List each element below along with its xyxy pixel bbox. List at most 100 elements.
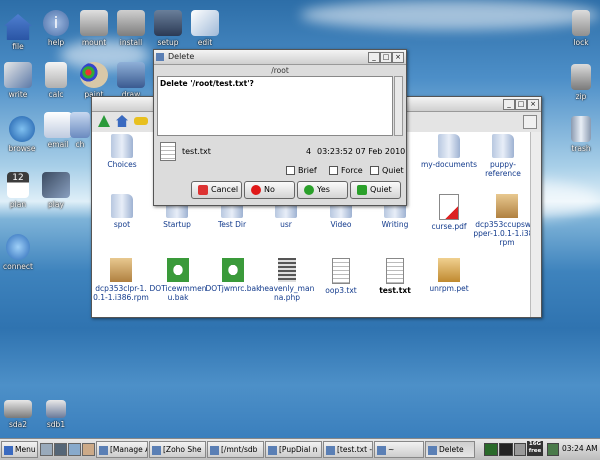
desktop-icon-label: trash [571,144,591,153]
maximize-icon[interactable]: □ [380,52,392,63]
no-button[interactable]: No [244,181,295,199]
text-file-icon [160,142,176,161]
no-icon [251,184,261,195]
file-item-my-documents[interactable]: my-documents [419,134,479,169]
close-icon[interactable]: × [392,52,404,63]
file-item-doticewmmenu[interactable]: DOTicewmmenu.bak [149,258,207,302]
draw-icon [117,62,145,88]
home-icon[interactable] [116,115,128,127]
task-label: [/mnt/sdb [221,445,258,454]
drive-icon [80,10,108,36]
minimize-icon[interactable]: _ [503,99,515,110]
message-scrollbar[interactable] [394,76,403,136]
scroll-up-icon[interactable] [523,115,537,129]
desktop-icon-connect[interactable]: connect [0,234,42,271]
window-icon [156,53,164,61]
file-item-oop3-txt[interactable]: oop3.txt [311,258,371,295]
quicklaunch-icon[interactable] [68,443,81,456]
yes-button[interactable]: Yes [297,181,348,199]
task-delete[interactable]: Delete [425,441,475,458]
checkbox[interactable] [329,166,338,175]
desktop-icon-play[interactable]: play [32,172,80,209]
task-label: [Zoho She [163,445,202,454]
task-zoho[interactable]: [Zoho She [149,441,206,458]
task-manage[interactable]: [Manage A [96,441,148,458]
dialog-path-title: /root [271,66,289,75]
checkbox[interactable] [286,166,295,175]
bookmarks-icon[interactable] [134,117,148,125]
trash-icon [571,116,591,142]
write-icon [4,62,32,88]
zip-icon [571,64,591,90]
file-item-label: my-documents [420,160,478,169]
task-home[interactable]: ~ [374,441,424,458]
option-brief[interactable]: Brief [286,166,317,175]
file-item-unrpm-pet[interactable]: unrpm.pet [419,258,479,293]
file-item-test-txt[interactable]: test.txt [365,258,425,295]
file-item-label: puppy-reference [485,160,521,178]
desktop-icon-chat[interactable]: ch [70,112,90,149]
file-item-label: usr [280,220,292,229]
file-item-dotjwmrc[interactable]: DOTjwmrc.bak [204,258,262,293]
file-item-label: oop3.txt [325,286,357,295]
desktop-icon-label: sdb1 [46,420,66,429]
desktop-icon-label: ch [75,140,85,149]
task-label: [test.txt - [337,445,373,454]
up-arrow-icon[interactable] [98,115,110,127]
message-area: Delete '/root/test.txt'? [157,76,393,136]
quiet-button[interactable]: Quiet [350,181,401,199]
desktop-icon-zip[interactable]: zip [557,64,600,101]
desktop-icon-edit[interactable]: edit [181,10,229,47]
task-pupdial[interactable]: [PupDial n [265,441,322,458]
delete-dialog-titlebar[interactable]: Delete _ □ × [154,50,406,65]
recycle-icon [167,258,189,282]
window-icon [152,445,161,455]
edit-icon [191,10,219,36]
binary-file-icon [278,258,296,282]
desktop-icon-label: help [47,38,65,47]
option-quiet[interactable]: Quiet [370,166,404,175]
quicklaunch-icon[interactable] [54,443,67,456]
task-mnt-sdb[interactable]: [/mnt/sdb [207,441,264,458]
minimize-icon[interactable]: _ [368,52,380,63]
file-item-curse-pdf[interactable]: curse.pdf [419,194,479,231]
text-file-icon [386,258,404,284]
quicklaunch-icon[interactable] [82,443,95,456]
file-item-label: Test Dir [217,220,247,229]
network-icon [499,443,513,456]
desktop-icon-trash[interactable]: trash [557,116,600,153]
file-item-heavenly-manna[interactable]: heavenly_manna.php [258,258,316,302]
desktop-icon-lock[interactable]: lock [557,10,600,47]
desktop-icon-draw[interactable]: draw [107,62,155,99]
quicklaunch-icon[interactable] [40,443,53,456]
delete-dialog: Delete _ □ × /root Delete '/root/test.tx… [153,49,407,206]
pdf-icon [439,194,459,220]
checkbox[interactable] [370,166,379,175]
maximize-icon[interactable]: □ [515,99,527,110]
scrollbar[interactable] [530,132,541,317]
quiet-icon [357,184,367,195]
window-icon [268,445,277,455]
close-icon[interactable]: × [527,99,539,110]
connect-icon [6,234,30,260]
menu-button[interactable]: Menu [1,441,38,458]
option-label: Quiet [382,166,404,175]
file-item-spot[interactable]: spot [92,194,152,229]
option-force[interactable]: Force [329,166,363,175]
task-label: [PupDial n [279,445,318,454]
desktop-icon-sdb1[interactable]: sdb1 [32,400,80,429]
cancel-button[interactable]: Cancel [191,181,242,199]
volume-icon[interactable] [514,443,526,456]
file-item-label: spot [113,220,131,229]
task-test-txt[interactable]: [test.txt - [323,441,373,458]
file-item-label: test.txt [379,286,411,295]
button-label: Quiet [370,185,392,194]
file-item-puppy-reference[interactable]: puppy-reference [473,134,533,178]
file-item-label: Choices [107,160,137,169]
yes-icon [304,184,314,195]
button-label: Yes [317,185,330,194]
file-item-dcp353clpr[interactable]: dcp353clpr-1.0.1-1.i386.rpm [92,258,150,302]
file-item-label: Startup [163,220,191,229]
desktop-icon-label: connect [3,262,33,271]
file-item-choices[interactable]: Choices [92,134,152,169]
